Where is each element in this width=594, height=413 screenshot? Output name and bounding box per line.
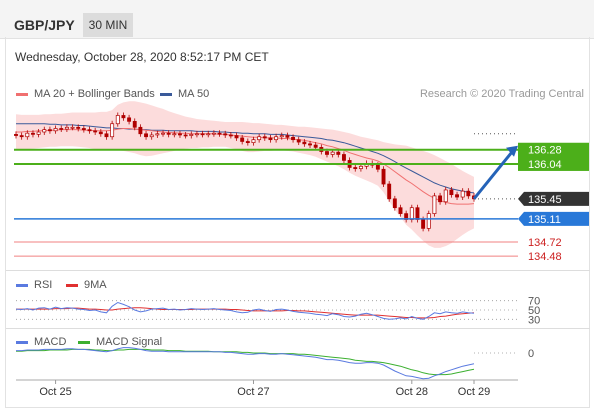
candle-body (64, 126, 69, 130)
x-tick-label: Oct 29 (458, 386, 490, 398)
candle-body (14, 134, 18, 136)
candle-body (358, 165, 363, 170)
candle-body (466, 190, 471, 197)
candle-body (138, 126, 143, 135)
last-price-badge: 135.45 (518, 191, 589, 206)
candle-body (302, 141, 307, 145)
candle-body (392, 198, 397, 209)
candle-body (426, 213, 431, 229)
candle-body (110, 123, 115, 138)
candle-body (144, 133, 148, 138)
candle-body (268, 137, 273, 141)
candle-body (19, 135, 24, 138)
candle-body (438, 195, 443, 203)
candle-body (387, 183, 392, 200)
last-price-badge-label: 135.45 (528, 194, 562, 206)
candle-body (206, 133, 211, 136)
candle-body (409, 207, 414, 220)
candle-body (415, 207, 420, 220)
candle-body (251, 139, 256, 144)
forecast-arrow (472, 149, 515, 200)
macd-level-label: 0 (528, 348, 534, 360)
candle-body (36, 131, 41, 135)
candle-body (257, 136, 262, 141)
candle-body (25, 132, 30, 138)
rsi-line (15, 301, 475, 320)
candle-body (245, 141, 250, 144)
candle-body (87, 129, 92, 132)
candle-body (59, 128, 64, 130)
candle-body (291, 136, 296, 141)
candle-body (132, 121, 137, 128)
candle-body (42, 129, 47, 133)
candle-body (93, 130, 98, 133)
candle-body (285, 135, 290, 138)
candle-body (211, 132, 216, 135)
candle-body (172, 133, 177, 136)
support-badge: 135.11 (518, 211, 589, 226)
x-tick-label: Oct 27 (237, 386, 269, 398)
candle-body (330, 151, 335, 155)
candle-body (353, 167, 358, 170)
candle-body (178, 133, 182, 136)
candle-body (127, 117, 132, 122)
candle-body (313, 144, 318, 148)
candle-body (194, 133, 199, 136)
candle-body (421, 219, 426, 229)
candle-body (296, 139, 301, 143)
candle-body (70, 126, 75, 129)
candle-body (217, 132, 222, 135)
candle-body (449, 189, 454, 196)
support-badge-label: 135.11 (528, 214, 561, 226)
resistance-badge-label: 136.28 (528, 145, 562, 157)
candle-body (200, 133, 205, 136)
candle-body (325, 151, 329, 155)
candle-body (223, 133, 228, 136)
candle-body (98, 131, 103, 135)
candle-body (47, 129, 52, 132)
candle-body (76, 126, 81, 129)
x-tick-label: Oct 25 (39, 386, 71, 398)
pivot-level-label: 134.48 (528, 251, 562, 263)
candle-body (53, 128, 58, 132)
candle-body (149, 134, 154, 138)
candle-body (279, 135, 284, 138)
resistance-badge-label: 136.04 (528, 159, 562, 171)
candle-body (31, 132, 35, 135)
candle-body (274, 136, 279, 141)
candle-body (443, 189, 448, 203)
rsi-level-label: 30 (528, 314, 540, 326)
candle-body (308, 143, 312, 146)
bollinger-band (16, 101, 474, 248)
pivot-level-label: 134.72 (528, 237, 562, 249)
candle-body (104, 133, 109, 138)
chart-canvas: 136.28136.04135.45135.11134.72134.487050… (14, 101, 589, 398)
candle-body (398, 207, 403, 214)
candle-body (166, 132, 171, 135)
candle-body (155, 133, 160, 136)
candle-body (460, 190, 465, 198)
macd-signal-line (16, 348, 475, 376)
candle-body (375, 164, 380, 170)
candle-body (161, 132, 165, 135)
candle-body (342, 154, 346, 161)
candle-body (262, 136, 267, 139)
candle-body (432, 195, 437, 214)
x-tick-label: Oct 28 (396, 386, 428, 398)
candle-body (336, 151, 341, 155)
candle-body (183, 134, 188, 137)
candle-body (455, 194, 459, 198)
candle-body (121, 115, 126, 119)
candle-body (240, 137, 245, 142)
candle-body (115, 115, 120, 125)
candle-body (189, 134, 194, 136)
candle-body (234, 135, 239, 139)
candle-body (228, 134, 233, 137)
candle-body (81, 128, 86, 130)
candle-body (381, 168, 386, 185)
